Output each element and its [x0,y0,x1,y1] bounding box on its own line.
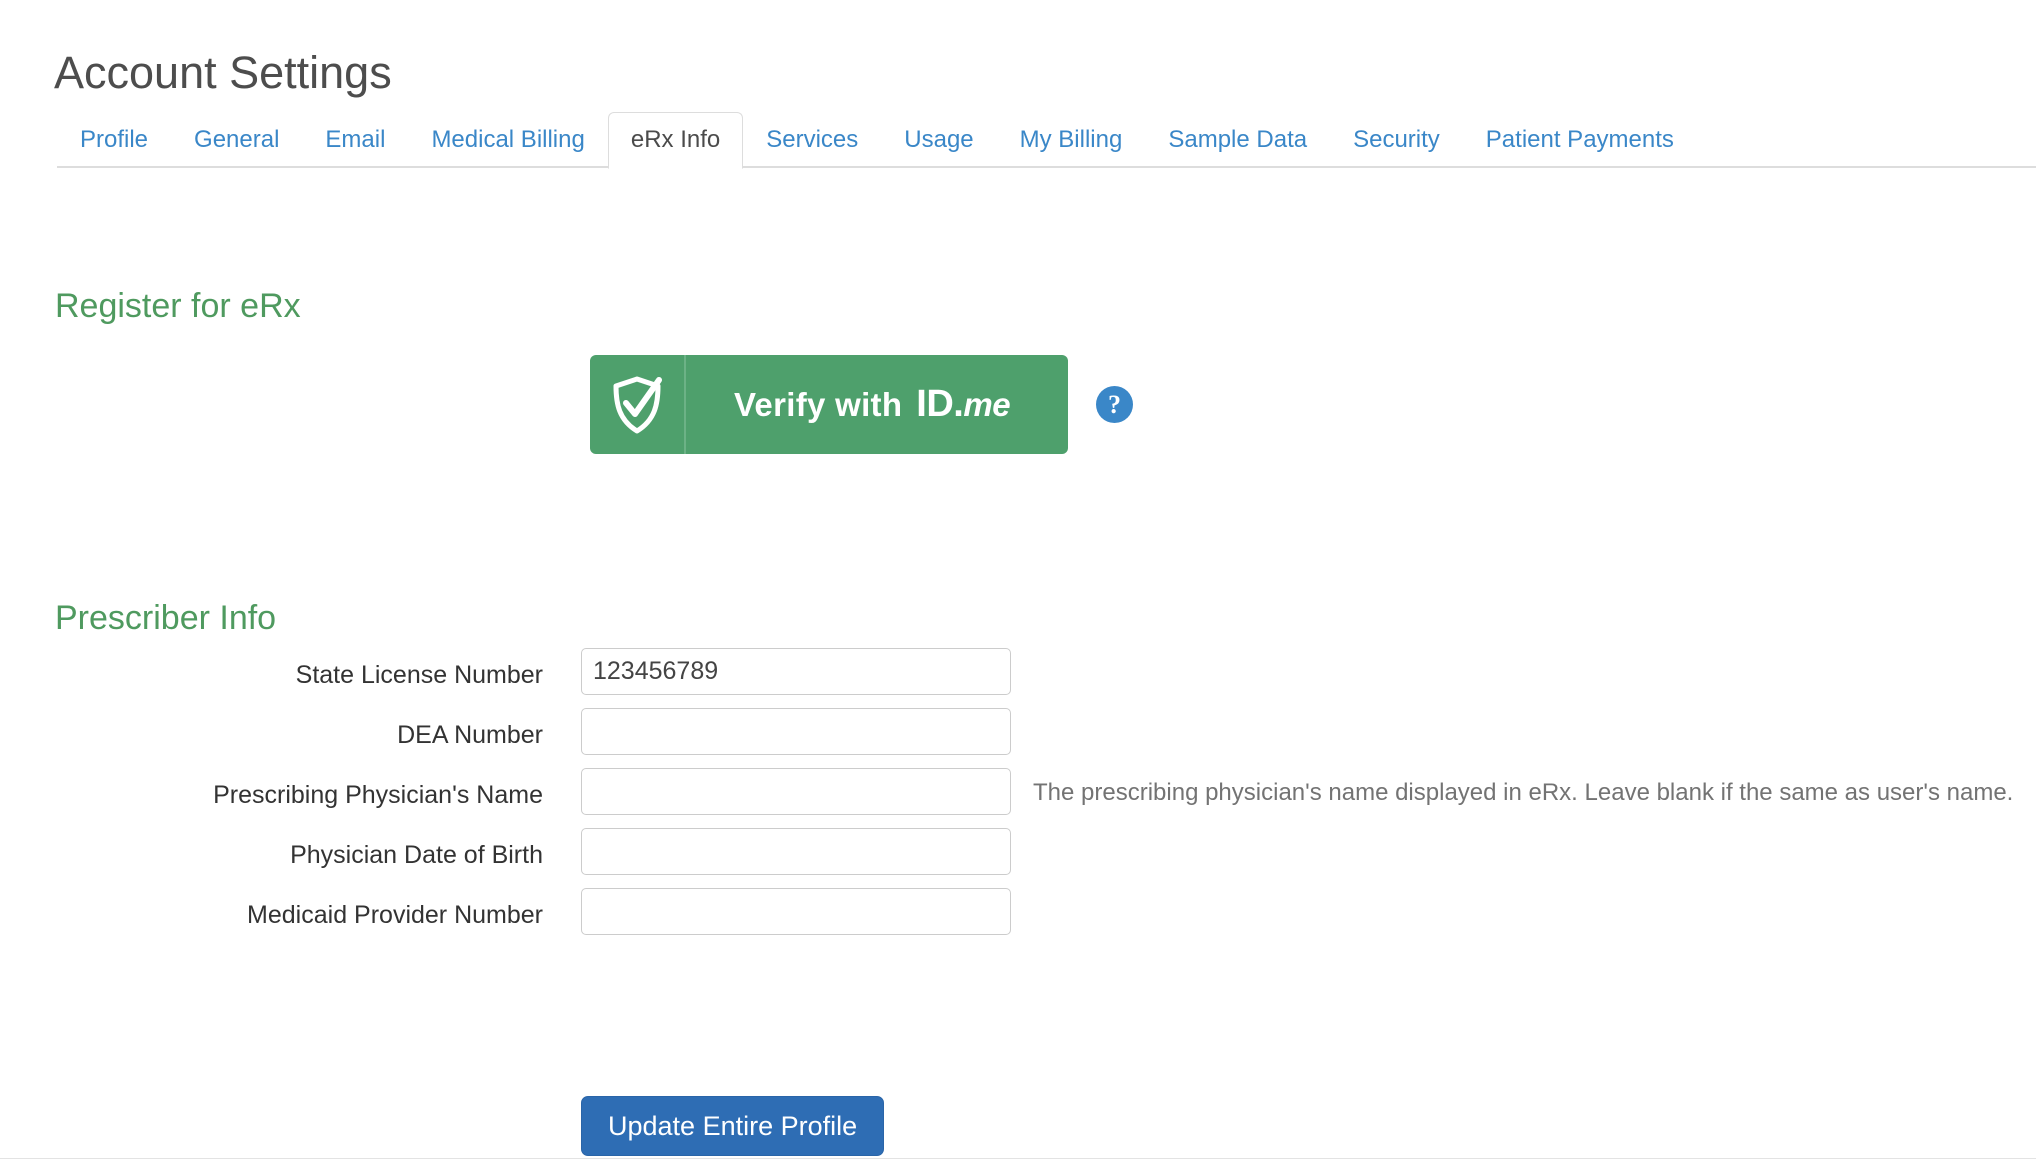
page-bottom-divider [0,1158,2036,1159]
field-label: Medicaid Provider Number [247,901,543,929]
field-help-text: The prescribing physician's name display… [1033,779,2014,806]
update-entire-profile-button[interactable]: Update Entire Profile [581,1096,885,1156]
form-row: Physician Date of Birth [0,828,2036,888]
tab-list: Profile General Email Medical Billing eRx In… [57,112,1697,169]
idme-logo-me: me [963,386,1011,423]
field-control: The prescribing physician's name display… [581,768,2013,815]
field-control [581,648,1011,695]
tab-security[interactable]: Security [1330,112,1463,167]
state-license-number-input[interactable] [581,648,1011,695]
settings-tab-bar: Profile General Email Medical Billing eRx In… [57,112,2036,169]
field-label: State License Number [295,661,543,689]
prescribing-physician-s-name-input[interactable] [581,768,1011,815]
register-for-erx-heading: Register for eRx [55,287,301,326]
form-row: Medicaid Provider Number [0,888,2036,948]
idme-verify-row: Verify with ID. me ? [590,355,1133,454]
tab-general[interactable]: General [171,112,302,167]
form-actions: Update Entire Profile [581,1096,885,1156]
field-control [581,888,1011,935]
tab-sample-data[interactable]: Sample Data [1145,112,1330,167]
form-row: State License Number [0,648,2036,708]
tab-usage[interactable]: Usage [881,112,996,167]
tab-profile[interactable]: Profile [57,112,171,167]
form-row: Prescribing Physician's Name The prescrib… [0,768,2036,828]
tab-medical-billing[interactable]: Medical Billing [408,112,607,167]
verify-with-text: Verify with [733,385,903,423]
physician-date-of-birth-input[interactable] [581,828,1011,875]
tab-my-billing[interactable]: My Billing [997,112,1146,167]
account-settings-page: Account Settings Profile General Email Medi… [0,0,2036,1168]
prescriber-info-heading: Prescriber Info [55,599,277,638]
field-label: Prescribing Physician's Name [213,781,543,809]
idme-button-label: Verify with ID. me [686,355,1068,454]
field-control [581,828,1011,875]
field-label: DEA Number [397,721,543,749]
field-label: Physician Date of Birth [290,841,543,869]
help-icon[interactable]: ? [1096,386,1133,423]
form-row: DEA Number [0,708,2036,768]
field-control [581,708,1011,755]
idme-logo: ID. me [916,383,1010,426]
idme-logo-id: ID. [916,383,964,425]
page-title: Account Settings [54,47,392,99]
tab-services[interactable]: Services [743,112,881,167]
dea-number-input[interactable] [581,708,1011,755]
verify-with-idme-button[interactable]: Verify with ID. me [590,355,1068,454]
prescriber-info-form: State License Number DEA Number Prescribin… [0,648,2036,948]
tab-email[interactable]: Email [302,112,408,167]
tab-patient-payments[interactable]: Patient Payments [1463,112,1697,167]
tab-erx-info[interactable]: eRx Info [607,112,744,169]
medicaid-provider-number-input[interactable] [581,888,1011,935]
shield-check-icon [590,355,686,454]
